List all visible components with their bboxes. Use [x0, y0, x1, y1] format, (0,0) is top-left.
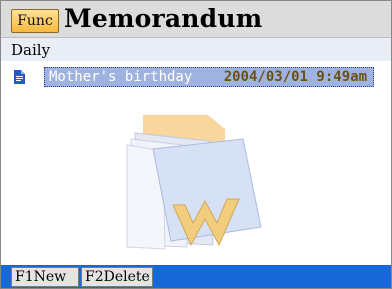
list-item[interactable]: Mother's birthday 2004/03/01 9:49am	[14, 67, 374, 87]
memo-datetime: 2004/03/01 9:49am	[223, 69, 367, 85]
func-button[interactable]: Func	[11, 9, 59, 33]
category-header: Daily	[1, 38, 391, 61]
title-bar: Func Memorandum	[1, 1, 391, 38]
memorandum-window: Func Memorandum Daily Mother's birthday …	[0, 0, 392, 289]
folder-logo-icon	[126, 115, 262, 250]
page-title: Memorandum	[64, 4, 263, 33]
memo-name: Mother's birthday	[49, 69, 193, 85]
category-label: Daily	[11, 41, 51, 59]
softkey-bar: F1New F2Delete	[1, 265, 391, 288]
new-button[interactable]: F1New	[11, 267, 79, 287]
document-icon	[14, 70, 25, 84]
memo-selection[interactable]: Mother's birthday 2004/03/01 9:49am	[44, 67, 374, 87]
delete-button[interactable]: F2Delete	[81, 267, 153, 287]
